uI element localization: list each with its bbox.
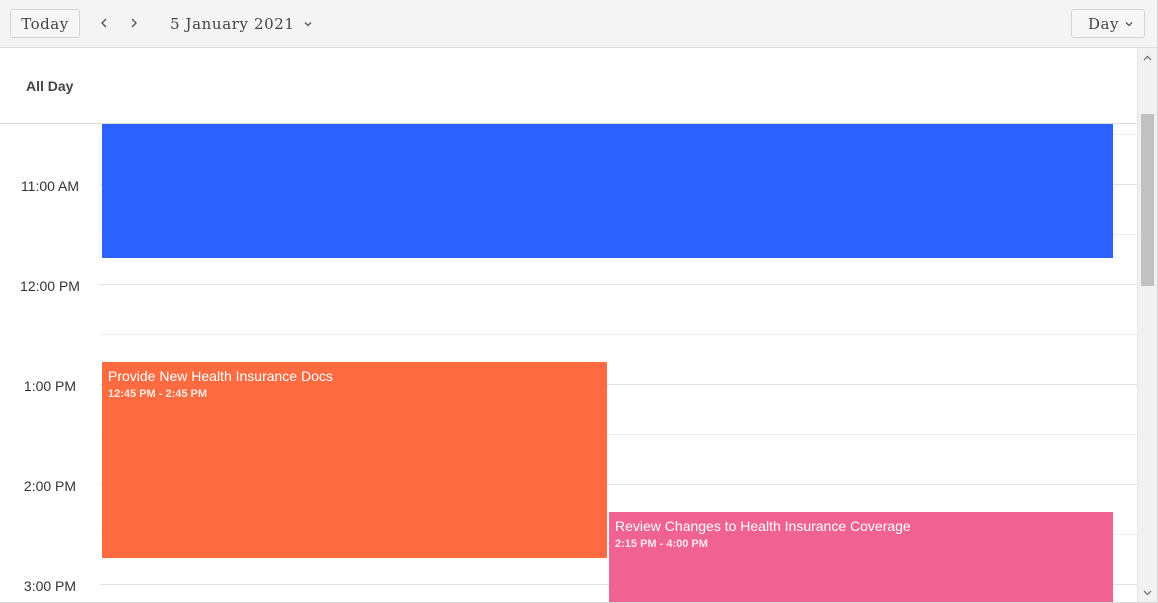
chevron-down-icon [1143, 590, 1152, 596]
time-label: 1:00 PM [23, 378, 77, 394]
calendar-event[interactable]: Provide New Health Insurance Docs 12:45 … [102, 362, 607, 558]
view-selector-button[interactable]: Day [1071, 9, 1145, 38]
scrollbar-thumb[interactable] [1141, 114, 1154, 286]
event-time: 2:15 PM - 4:00 PM [615, 538, 708, 550]
hour-line [100, 284, 1137, 285]
event-title: Provide New Health Insurance Docs [108, 368, 333, 384]
all-day-label: All Day [26, 78, 74, 94]
time-label: 2:00 PM [23, 478, 77, 494]
scheduler-toolbar: Today 5 January 2021 Day [0, 0, 1157, 48]
scroll-up-button[interactable] [1138, 50, 1157, 66]
event-time: 12:45 PM - 2:45 PM [108, 388, 208, 400]
calendar-event[interactable]: Review Changes to Health Insurance Cover… [609, 512, 1113, 602]
vertical-scrollbar[interactable] [1137, 48, 1157, 602]
time-label: 11:00 AM [20, 178, 80, 194]
next-date-button[interactable] [127, 12, 141, 34]
prev-date-button[interactable] [97, 12, 111, 34]
scheduler: Today 5 January 2021 Day All Day 11:00 A… [0, 0, 1158, 603]
current-date-label: 5 January 2021 [170, 15, 295, 33]
time-label: 3:00 PM [23, 578, 77, 594]
chevron-up-icon [1143, 55, 1152, 61]
view-label: Day [1088, 14, 1119, 33]
date-range-selector[interactable]: 5 January 2021 [170, 13, 313, 35]
chevron-down-icon [1124, 16, 1134, 32]
calendar-event[interactable] [102, 124, 1113, 258]
scroll-down-button[interactable] [1138, 585, 1157, 601]
today-button[interactable]: Today [10, 9, 80, 38]
time-label: 12:00 PM [20, 278, 80, 294]
time-grid[interactable]: 11:00 AM 12:00 PM 1:00 PM 2:00 PM 3:00 P… [0, 124, 1137, 602]
all-day-row[interactable]: All Day [0, 48, 1137, 124]
chevron-down-icon [303, 19, 313, 29]
event-title: Review Changes to Health Insurance Cover… [615, 518, 911, 534]
chevron-right-icon [131, 18, 137, 28]
chevron-left-icon [101, 18, 107, 28]
half-hour-line [100, 334, 1137, 335]
